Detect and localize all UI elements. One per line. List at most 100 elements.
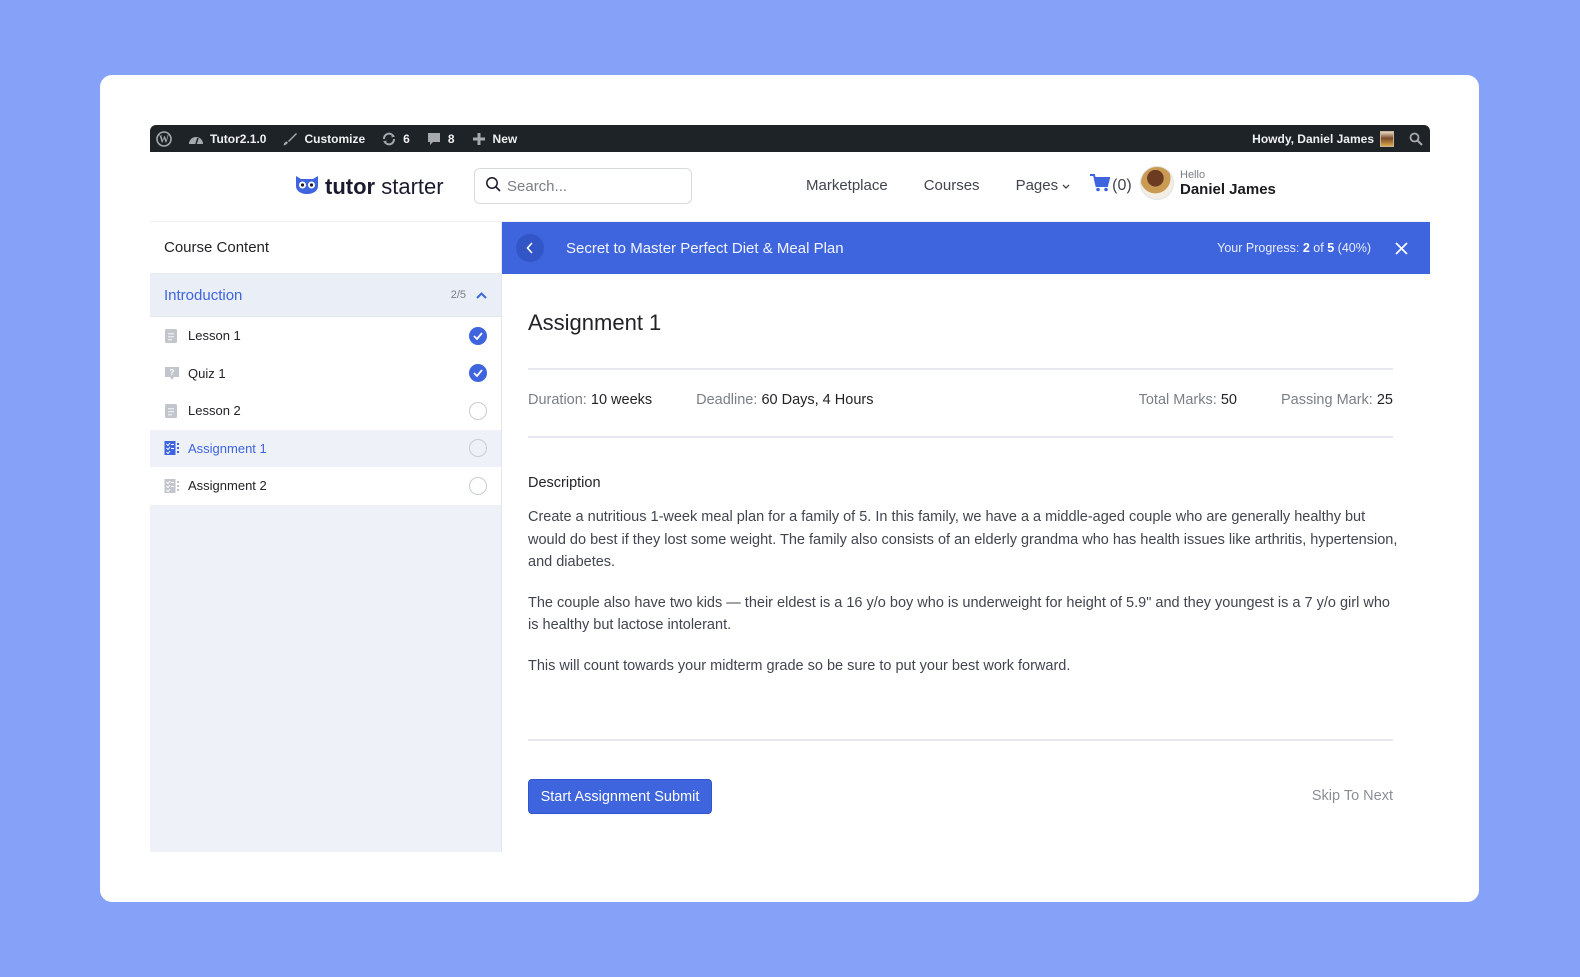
completed-check-icon	[469, 364, 487, 383]
divider	[528, 739, 1393, 741]
cart-count: (0)	[1112, 176, 1132, 194]
description-heading: Description	[528, 475, 601, 491]
completed-check-icon	[469, 326, 487, 345]
total-marks-value: 50	[1220, 392, 1237, 408]
passing-mark-label: Passing Mark:	[1280, 392, 1373, 408]
total-marks-label: Total Marks:	[1138, 392, 1217, 408]
search-input[interactable]	[507, 177, 677, 195]
logo-text-light: starter	[381, 174, 444, 199]
description-paragraph: This will count towards your midterm gra…	[528, 657, 1071, 674]
user-avatar	[1140, 166, 1174, 200]
customize-label: Customize	[304, 131, 366, 146]
nav-pages-label: Pages	[1015, 177, 1059, 194]
skip-to-next-link[interactable]: Skip To Next	[1312, 788, 1393, 804]
wp-admin-bar: W Tutor2.1.0 Customize 6 8 New Howdy, Da…	[150, 125, 1430, 152]
user-menu[interactable]: Hello Daniel James	[1140, 166, 1276, 200]
assignment-item[interactable]: Assignment 2	[150, 467, 501, 505]
lesson-icon	[164, 403, 180, 419]
cart-button[interactable]: (0)	[1090, 174, 1132, 197]
total-marks-field: Total Marks: 50	[1139, 392, 1237, 408]
comments-link[interactable]: 8	[426, 131, 455, 147]
quiz-item[interactable]: ? Quiz 1	[150, 355, 501, 393]
new-label: New	[492, 131, 518, 146]
quiz-icon: ?	[164, 365, 180, 381]
incomplete-circle-icon	[469, 439, 487, 458]
item-label: Lesson 1	[188, 328, 241, 344]
plus-icon	[471, 131, 487, 147]
back-button[interactable]	[516, 234, 544, 262]
progress-text: Your Progress: 2 of 5 (40%)	[1217, 241, 1371, 255]
topic-introduction[interactable]: Introduction 2/5	[150, 274, 501, 317]
lesson-item[interactable]: Lesson 1	[150, 317, 501, 355]
progress-of: of	[1313, 241, 1324, 255]
customize-link[interactable]: Customize	[282, 131, 365, 147]
nav-courses[interactable]: Courses	[924, 177, 980, 194]
course-topbar: Secret to Master Perfect Diet & Meal Pla…	[502, 222, 1430, 274]
progress-done: 2	[1302, 241, 1310, 255]
deadline-value: 60 Days, 4 Hours	[761, 392, 874, 408]
progress-percent: (40%)	[1337, 241, 1371, 255]
chevron-left-icon	[526, 242, 533, 254]
svg-text:W: W	[159, 134, 169, 145]
user-greeting: Hello	[1180, 168, 1206, 181]
item-label: Lesson 2	[188, 403, 241, 419]
close-button[interactable]	[1395, 241, 1408, 255]
site-header: tutor starter Marketplace Courses Pages …	[150, 152, 1430, 222]
comments-count: 8	[447, 131, 455, 146]
howdy-text: Howdy, Daniel James	[1252, 131, 1374, 146]
chevron-up-icon	[476, 286, 487, 304]
lesson-icon	[164, 328, 180, 344]
search-icon	[485, 176, 501, 197]
site-name-link[interactable]: Tutor2.1.0	[188, 131, 266, 147]
main-nav: Marketplace Courses Pages (0)	[806, 174, 1132, 197]
site-name: Tutor2.1.0	[210, 131, 267, 146]
progress-total: 5	[1327, 241, 1335, 255]
topic-title: Introduction	[164, 286, 243, 304]
duration-field: Duration: 10 weeks	[528, 392, 652, 408]
assignment-meta: Duration: 10 weeks Deadline: 60 Days, 4 …	[528, 392, 1393, 408]
lesson-item[interactable]: Lesson 2	[150, 392, 501, 430]
assignment-item-active[interactable]: Assignment 1	[150, 429, 501, 467]
item-label: Quiz 1	[188, 365, 226, 381]
owl-logo-icon	[295, 174, 319, 200]
search-box[interactable]	[474, 168, 692, 204]
incomplete-circle-icon	[469, 401, 487, 420]
divider	[528, 368, 1393, 370]
close-icon	[1395, 241, 1408, 255]
updates-link[interactable]: 6	[381, 131, 410, 147]
duration-label: Duration:	[528, 392, 587, 408]
search-icon[interactable]	[1408, 131, 1424, 147]
logo-text-bold: tutor	[325, 174, 376, 199]
user-name: Daniel James	[1180, 180, 1276, 198]
topic-count: 2/5	[450, 289, 466, 301]
progress-label: Your Progress:	[1217, 241, 1300, 255]
cart-icon	[1090, 174, 1111, 197]
nav-pages[interactable]: Pages	[1016, 177, 1071, 194]
wordpress-logo-button[interactable]: W	[156, 130, 172, 147]
my-account-link[interactable]: Howdy, Daniel James	[1252, 132, 1374, 146]
duration-value: 10 weeks	[590, 392, 653, 408]
svg-text:?: ?	[170, 368, 175, 377]
assignment-icon	[164, 440, 180, 456]
deadline-label: Deadline:	[696, 392, 758, 408]
updates-count: 6	[403, 131, 410, 146]
description-paragraph: Create a nutritious 1-week meal plan for…	[528, 509, 1398, 570]
admin-avatar[interactable]	[1380, 130, 1394, 147]
description-body: Create a nutritious 1-week meal plan for…	[528, 506, 1398, 695]
assignment-icon	[164, 478, 180, 494]
course-sidebar: Course Content Introduction 2/5 Lesson 1…	[150, 222, 502, 852]
passing-mark-value: 25	[1376, 392, 1393, 408]
passing-mark-field: Passing Mark: 25	[1281, 392, 1393, 408]
nav-marketplace[interactable]: Marketplace	[806, 177, 888, 194]
chevron-down-icon	[1062, 177, 1070, 194]
site-logo[interactable]: tutor starter	[295, 174, 444, 200]
comment-icon	[426, 131, 442, 147]
divider	[528, 436, 1393, 438]
deadline-field: Deadline: 60 Days, 4 Hours	[696, 392, 873, 408]
brush-icon	[282, 131, 298, 147]
new-content-link[interactable]: New	[471, 131, 518, 147]
assignment-title: Assignment 1	[528, 310, 662, 335]
wordpress-icon: W	[156, 130, 172, 147]
refresh-icon	[381, 131, 397, 147]
start-assignment-submit-button[interactable]: Start Assignment Submit	[528, 779, 712, 814]
